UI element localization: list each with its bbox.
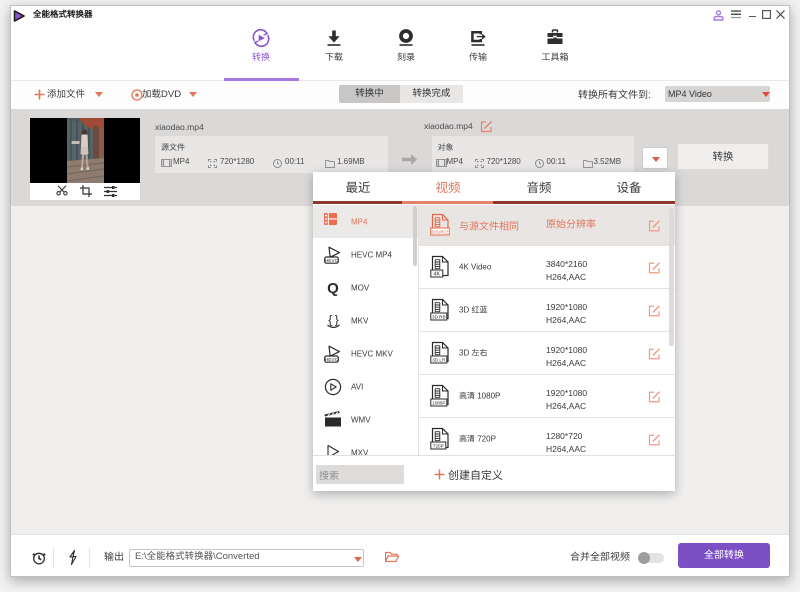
svg-text:3D RB: 3D RB: [432, 315, 446, 320]
svg-text:720P: 720P: [433, 444, 444, 449]
svg-text:3D LR: 3D LR: [432, 358, 446, 363]
svg-text:SOURCE: SOURCE: [431, 230, 449, 235]
svg-text:4K: 4K: [434, 272, 441, 278]
svg-text:1080P: 1080P: [432, 401, 445, 406]
